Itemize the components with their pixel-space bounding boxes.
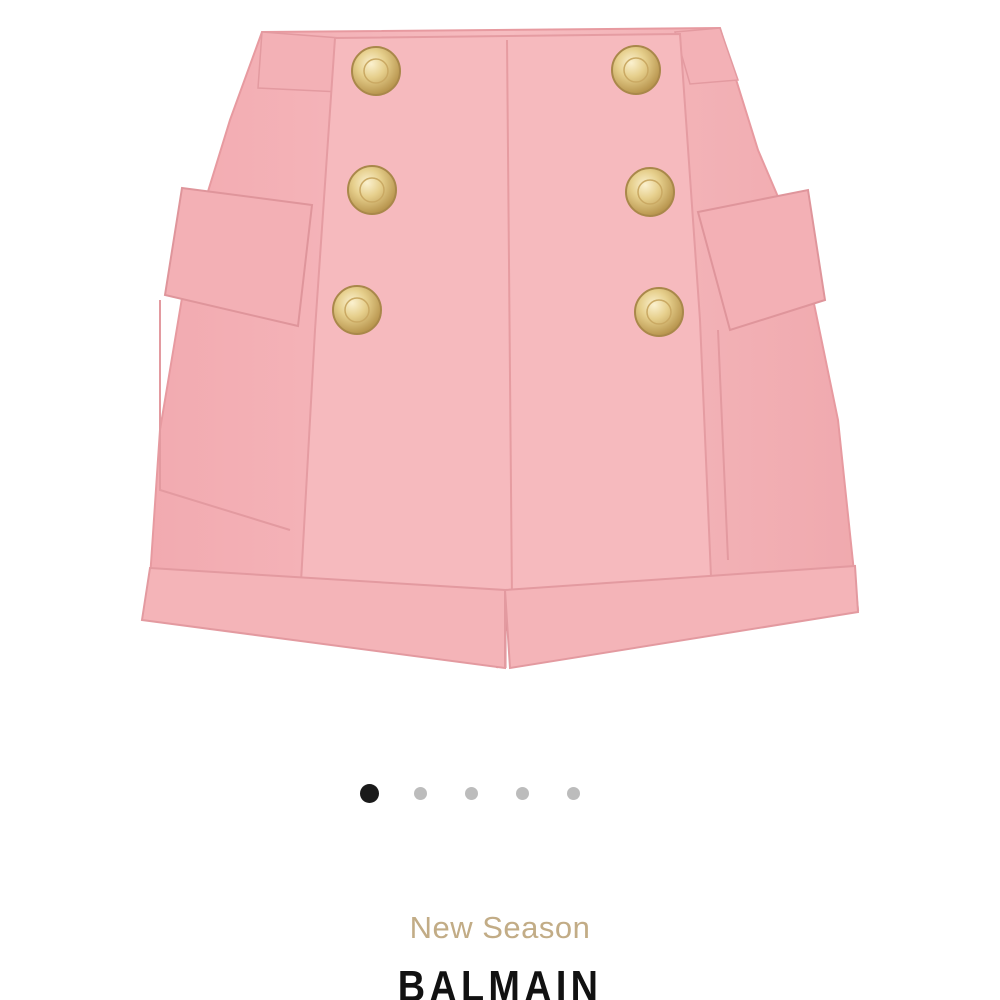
button-icon (634, 287, 684, 337)
product-detail-screen: New Season BALMAIN (0, 0, 1000, 1000)
carousel-dot-4[interactable] (513, 784, 532, 803)
carousel-dot-2[interactable] (411, 784, 430, 803)
button-icon (347, 165, 397, 215)
carousel-dot-5[interactable] (564, 784, 583, 803)
button-icon (332, 285, 382, 335)
button-icon (351, 46, 401, 96)
carousel-dot-3[interactable] (462, 784, 481, 803)
button-icon (611, 45, 661, 95)
season-label: New Season (409, 910, 591, 945)
carousel-pagination (0, 784, 971, 803)
carousel-dot-1[interactable] (359, 784, 379, 803)
waistband (257, 31, 341, 93)
brand-name[interactable]: BALMAIN (70, 962, 930, 1000)
product-image[interactable] (0, 0, 1000, 740)
button-icon (625, 167, 675, 217)
